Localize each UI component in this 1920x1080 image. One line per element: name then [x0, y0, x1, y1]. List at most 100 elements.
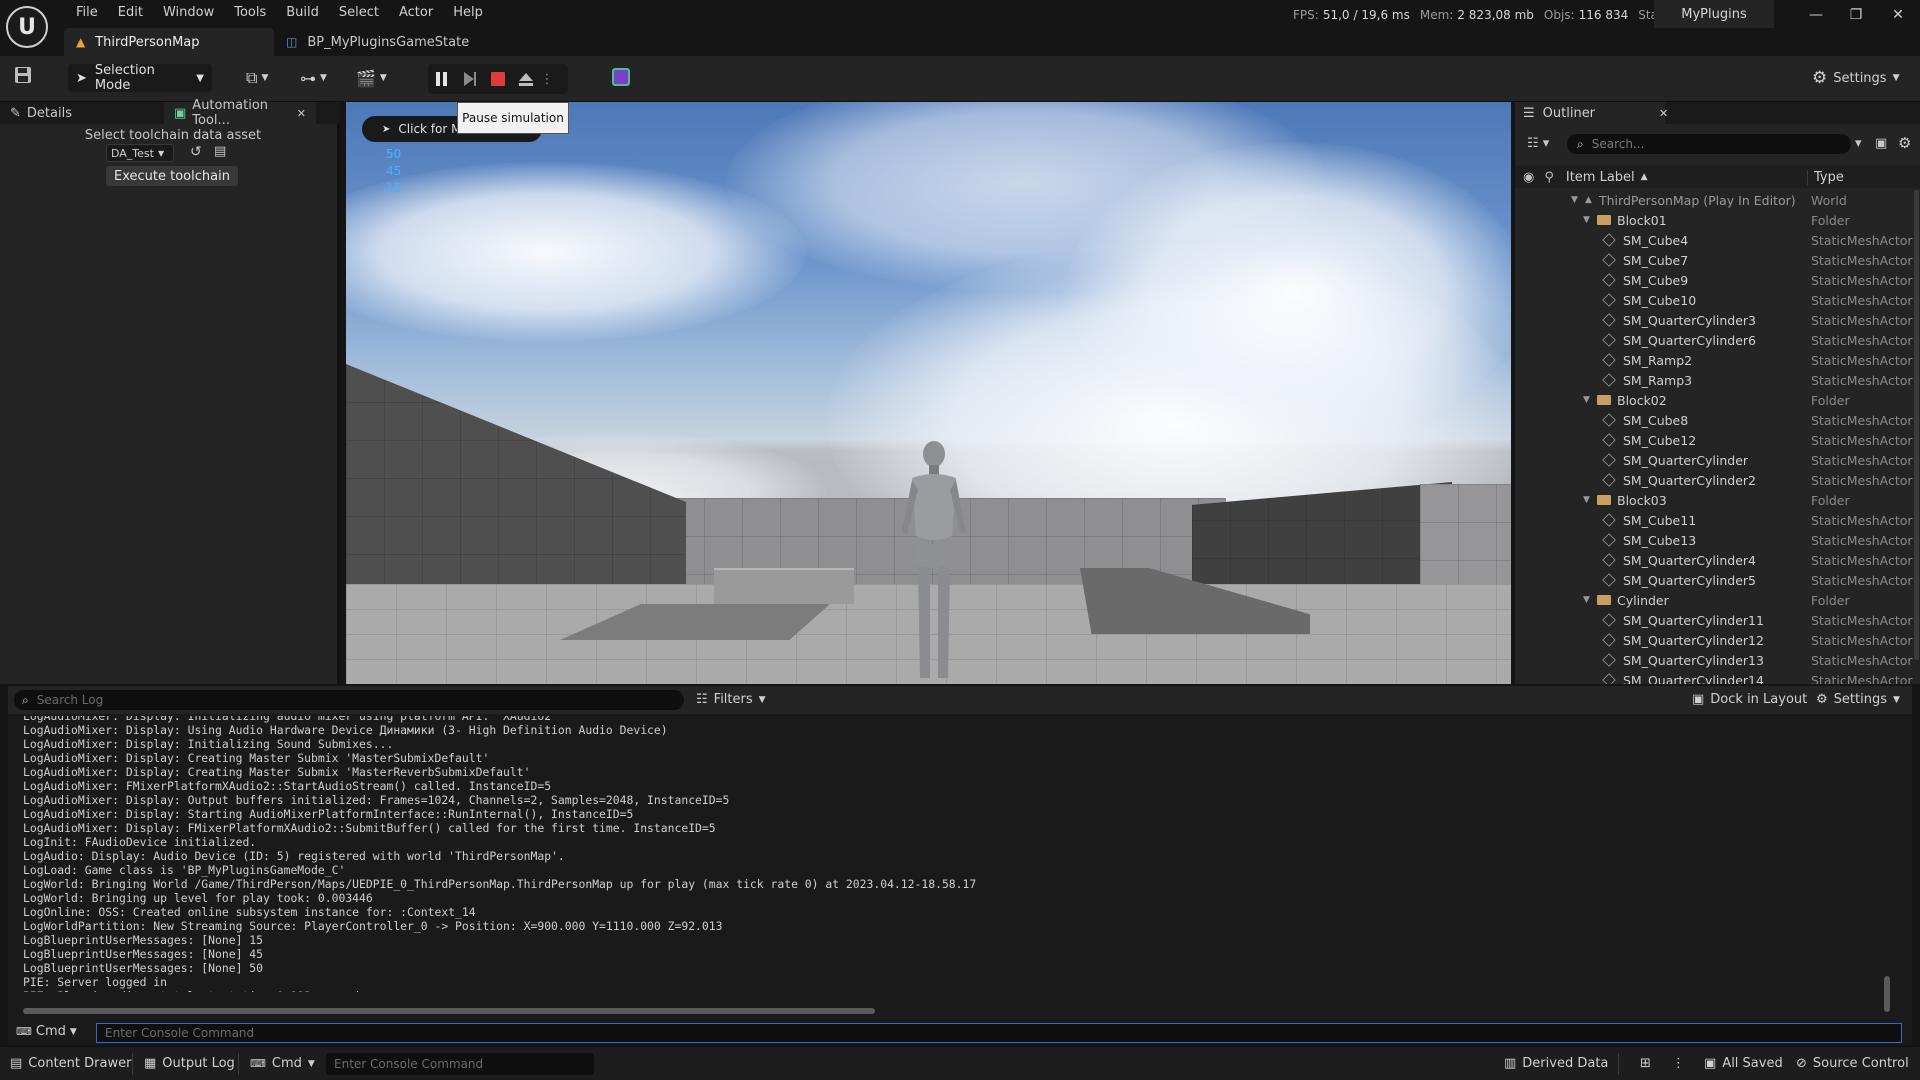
cmd-dropdown[interactable]: ⌨ Cmd ▼ [16, 1024, 77, 1039]
more-options-icon[interactable]: ⋮ [1672, 1056, 1685, 1071]
save-icon[interactable] [14, 66, 38, 90]
dock-icon: ▣ [1692, 692, 1705, 707]
menu-select[interactable]: Select [329, 1, 389, 24]
outliner-actor-row[interactable]: SM_QuarterCylinder3 StaticMeshActor [1515, 310, 1920, 330]
close-tab-icon[interactable]: ✕ [1659, 107, 1668, 120]
close-icon[interactable]: ✕ [1878, 2, 1918, 28]
more-options-icon[interactable]: ⋮ [540, 64, 554, 94]
close-tab-icon[interactable]: ✕ [297, 107, 306, 120]
outliner-actor-row[interactable]: SM_Cube12 StaticMeshActor [1515, 430, 1920, 450]
outliner-actor-row[interactable]: SM_QuarterCylinder4 StaticMeshActor [1515, 550, 1920, 570]
dock-in-layout-button[interactable]: ▣ Dock in Layout [1692, 692, 1807, 707]
menu-tools[interactable]: Tools [224, 1, 276, 24]
blueprint-dropdown[interactable]: ⊶ ▼ [300, 66, 327, 90]
step-frame-button[interactable] [456, 64, 484, 94]
pause-button[interactable] [428, 64, 456, 94]
outliner-actor-row[interactable]: SM_Cube8 StaticMeshActor [1515, 410, 1920, 430]
expand-arrow-icon[interactable]: ▼ [1583, 215, 1591, 225]
column-type[interactable]: Type [1807, 169, 1844, 185]
menu-actor[interactable]: Actor [389, 1, 443, 24]
add-folder-icon[interactable]: ▣ [1875, 136, 1887, 151]
outliner-actor-row[interactable]: SM_Cube13 StaticMeshActor [1515, 530, 1920, 550]
outliner-search-input[interactable]: ⌕ Search... [1567, 134, 1851, 154]
outliner-actor-row[interactable]: SM_QuarterCylinder6 StaticMeshActor [1515, 330, 1920, 350]
expand-arrow-icon[interactable]: ▼ [1583, 595, 1591, 605]
outliner-actor-row[interactable]: SM_Ramp2 StaticMeshActor [1515, 350, 1920, 370]
outliner-item-type: StaticMeshActor [1811, 672, 1913, 685]
outliner-actor-row[interactable]: SM_QuarterCylinder5 StaticMeshActor [1515, 570, 1920, 590]
tab-automation-tool[interactable]: ▣ Automation Tool... ✕ [164, 98, 316, 128]
cinematics-dropdown[interactable]: 🎬 ▼ [356, 66, 387, 90]
browse-back-icon[interactable]: ↺ [190, 144, 202, 160]
visibility-eye-icon[interactable]: ◉ [1523, 170, 1534, 185]
outliner-actor-row[interactable]: SM_QuarterCylinder14 StaticMeshActor [1515, 670, 1920, 684]
menu-help[interactable]: Help [443, 1, 493, 24]
output-log-button[interactable]: ▦ Output Log [144, 1056, 235, 1071]
add-actor-dropdown[interactable]: ⧉ ▼ [246, 66, 268, 90]
log-vertical-scrollbar[interactable] [1884, 976, 1890, 1012]
outliner-world-row[interactable]: ▼ ▲ ThirdPersonMap (Play In Editor) World [1515, 190, 1920, 210]
outliner-actor-row[interactable]: SM_QuarterCylinder12 StaticMeshActor [1515, 630, 1920, 650]
menu-file[interactable]: File [66, 1, 108, 24]
outliner-folder-row[interactable]: ▼ Block02 Folder [1515, 390, 1920, 410]
tab-thirdpersonmap[interactable]: ▲ ThirdPersonMap [64, 28, 274, 56]
expand-arrow-icon[interactable]: ▼ [1571, 195, 1579, 205]
execute-toolchain-button[interactable]: Execute toolchain [106, 166, 238, 186]
gear-icon[interactable]: ⚙ [1898, 134, 1911, 152]
outliner-actor-row[interactable]: SM_QuarterCylinder13 StaticMeshActor [1515, 650, 1920, 670]
outliner-scrollbar[interactable] [1914, 190, 1919, 660]
menu-bar: File Edit Window Tools Build Select Acto… [66, 0, 493, 24]
expand-arrow-icon[interactable]: ▼ [1583, 395, 1591, 405]
outliner-actor-row[interactable]: SM_Cube10 StaticMeshActor [1515, 290, 1920, 310]
all-saved-button[interactable]: ▣ All Saved [1704, 1056, 1783, 1071]
tab-details[interactable]: ✎ Details [0, 102, 164, 124]
source-control-button[interactable]: ⊘ Source Control [1796, 1056, 1909, 1071]
status-console-input[interactable]: Enter Console Command [326, 1053, 594, 1075]
browse-folder-icon[interactable]: ▤ [214, 144, 226, 159]
tab-gamestate[interactable]: ◫ BP_MyPluginsGameState [274, 28, 483, 56]
log-horizontal-scrollbar[interactable] [23, 1008, 875, 1014]
outliner-folder-row[interactable]: ▼ Block03 Folder [1515, 490, 1920, 510]
outliner-folder-row[interactable]: ▼ Cylinder Folder [1515, 590, 1920, 610]
log-output[interactable]: LogAudioMixer: Display: Initializing aud… [23, 716, 1883, 992]
level-viewport[interactable]: ➤ Click for M 50 45 15 [346, 102, 1511, 684]
expand-arrow-icon[interactable]: ▼ [1583, 495, 1591, 505]
eject-button[interactable] [512, 64, 540, 94]
minimize-icon[interactable]: — [1796, 2, 1836, 28]
derived-data-button[interactable]: ▥ Derived Data [1504, 1056, 1608, 1071]
outliner-actor-row[interactable]: SM_Cube4 StaticMeshActor [1515, 230, 1920, 250]
console-command-input[interactable]: Enter Console Command [96, 1023, 1902, 1043]
restore-icon[interactable]: ❐ [1836, 2, 1876, 28]
outliner-item-label: SM_Ramp3 [1623, 372, 1693, 388]
menu-window[interactable]: Window [153, 1, 224, 24]
selection-mode-dropdown[interactable]: ➤ Selection Mode ▼ [68, 63, 212, 93]
outliner-actor-row[interactable]: SM_QuarterCylinder11 StaticMeshActor [1515, 610, 1920, 630]
project-name[interactable]: MyPlugins [1654, 0, 1774, 28]
settings-button[interactable]: ⚙ Settings ▼ [1812, 68, 1900, 88]
outliner-actor-row[interactable]: SM_QuarterCylinder2 StaticMeshActor [1515, 470, 1920, 490]
asset-dropdown[interactable]: DA_Test ▼ [106, 144, 174, 162]
menu-build[interactable]: Build [276, 1, 329, 24]
content-drawer-button[interactable]: ▤ Content Drawer [10, 1056, 131, 1071]
stop-button[interactable] [484, 64, 512, 94]
outliner-actor-row[interactable]: SM_Ramp3 StaticMeshActor [1515, 370, 1920, 390]
outliner-actor-row[interactable]: SM_QuarterCylinder StaticMeshActor [1515, 450, 1920, 470]
platforms-icon[interactable] [612, 68, 630, 86]
pin-icon[interactable]: ⚲ [1544, 170, 1554, 185]
outliner-folder-row[interactable]: ▼ Block01 Folder [1515, 210, 1920, 230]
outliner-item-type: StaticMeshActor [1811, 652, 1913, 668]
filter-icon[interactable]: ☷ ▾ [1527, 136, 1549, 151]
column-item-label[interactable]: Item Label [1566, 170, 1635, 185]
network-icon[interactable]: ⊞ [1640, 1056, 1651, 1071]
log-settings-button[interactable]: ⚙ Settings ▼ [1816, 692, 1900, 707]
menu-edit[interactable]: Edit [108, 1, 153, 24]
unreal-logo-icon[interactable]: U [6, 6, 48, 48]
outliner-actor-row[interactable]: SM_Cube7 StaticMeshActor [1515, 250, 1920, 270]
status-cmd-dropdown[interactable]: ⌨ Cmd ▼ [250, 1056, 315, 1071]
tab-outliner[interactable]: ☰ Outliner ✕ [1515, 102, 1668, 124]
log-filters-dropdown[interactable]: ☷ Filters ▼ [696, 692, 766, 707]
log-search-input[interactable]: ⌕ Search Log [14, 690, 684, 710]
outliner-actor-row[interactable]: SM_Cube11 StaticMeshActor [1515, 510, 1920, 530]
chevron-down-icon[interactable]: ▾ [1855, 136, 1862, 151]
outliner-actor-row[interactable]: SM_Cube9 StaticMeshActor [1515, 270, 1920, 290]
